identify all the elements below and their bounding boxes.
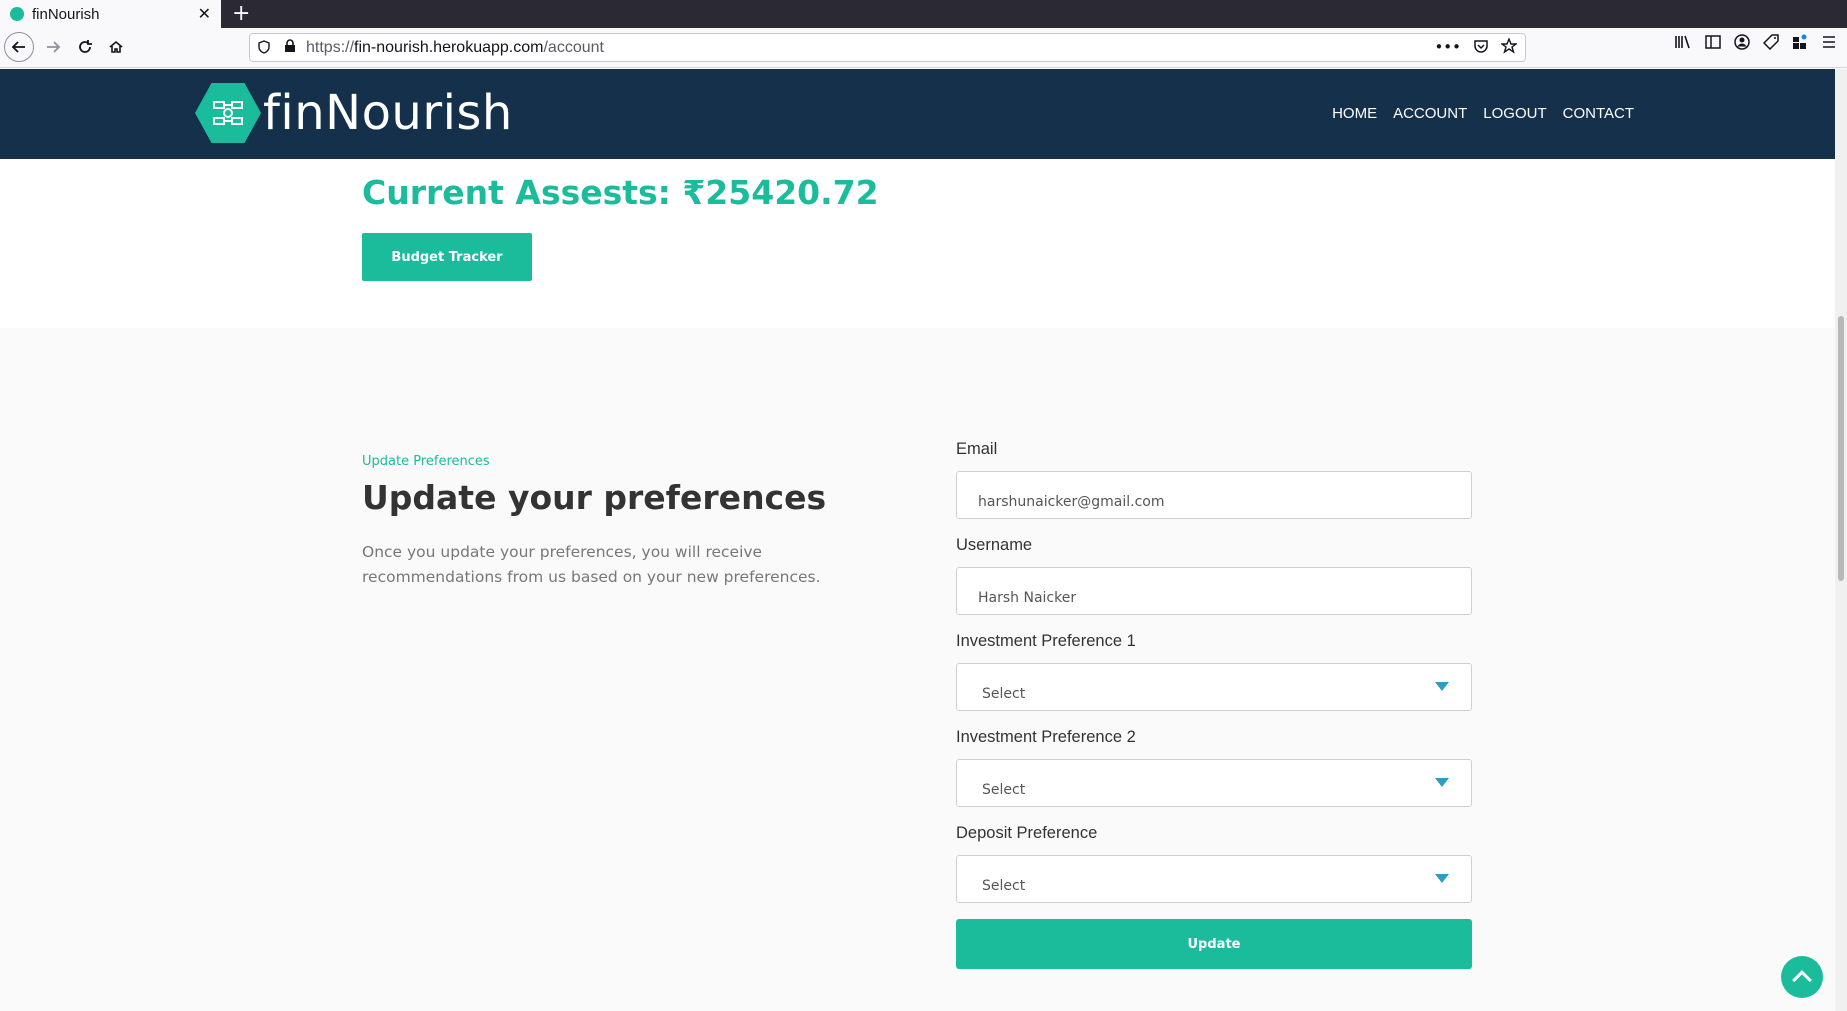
dropdown-caret-icon <box>1435 682 1449 691</box>
lock-icon[interactable] <box>284 38 296 57</box>
url-text[interactable]: https://fin-nourish.herokuapp.com/accoun… <box>306 39 604 57</box>
investment-preference-2-select[interactable]: Select <box>956 759 1472 807</box>
main-nav: HOME ACCOUNT LOGOUT CONTACT <box>1332 105 1634 122</box>
url-host: fin-nourish.herokuapp.com <box>354 38 544 56</box>
deposit-preference-value: Select <box>982 878 1026 894</box>
back-icon[interactable] <box>4 32 34 62</box>
scrollbar-thumb[interactable] <box>1838 316 1844 581</box>
budget-tracker-button[interactable]: Budget Tracker <box>362 233 532 281</box>
username-label: Username <box>956 536 1033 554</box>
assets-section: Current Assests: ₹25420.72 Budget Tracke… <box>0 159 1835 328</box>
pocket-icon[interactable] <box>1473 38 1489 58</box>
investment-preference-2-label: Investment Preference 2 <box>956 728 1136 746</box>
page-scrollbar[interactable] <box>1835 69 1847 1011</box>
current-assets-heading: Current Assests: ₹25420.72 <box>362 173 879 212</box>
shield-icon[interactable] <box>258 39 272 56</box>
extensions-icon[interactable] <box>1792 34 1808 54</box>
nav-logout[interactable]: LOGOUT <box>1483 105 1546 122</box>
investment-preference-1-label: Investment Preference 1 <box>956 632 1136 650</box>
nav-contact[interactable]: CONTACT <box>1563 105 1634 122</box>
logo-hexagon-icon <box>195 83 261 143</box>
url-bar[interactable]: https://fin-nourish.herokuapp.com/accoun… <box>249 33 1526 62</box>
library-icon[interactable] <box>1674 34 1692 54</box>
logo-text: finNourish <box>263 85 513 141</box>
tab-title: finNourish <box>32 5 100 23</box>
username-field[interactable]: Harsh Naicker <box>956 567 1472 615</box>
menu-icon[interactable] <box>1821 34 1837 54</box>
deposit-preference-label: Deposit Preference <box>956 824 1098 842</box>
reload-icon[interactable] <box>72 34 98 60</box>
star-icon[interactable] <box>1499 37 1519 58</box>
investment-preference-1-value: Select <box>982 686 1026 702</box>
update-button[interactable]: Update <box>956 919 1472 969</box>
url-bar-actions: ••• <box>1434 37 1519 58</box>
browser-tab-bar: finNourish ✕ + <box>0 0 1847 28</box>
back-to-top-button[interactable] <box>1781 956 1823 998</box>
site-header: finNourish HOME ACCOUNT LOGOUT CONTACT <box>0 69 1835 159</box>
tab-close-icon[interactable]: ✕ <box>198 4 211 23</box>
deposit-preference-select[interactable]: Select <box>956 855 1472 903</box>
nav-account[interactable]: ACCOUNT <box>1393 105 1467 122</box>
home-icon[interactable] <box>103 34 129 60</box>
browser-tools <box>1674 34 1847 54</box>
forward-icon[interactable] <box>40 34 66 60</box>
more-icon[interactable]: ••• <box>1434 38 1461 58</box>
account-icon[interactable] <box>1734 34 1750 54</box>
preferences-description: Once you update your preferences, you wi… <box>362 543 821 586</box>
browser-tab[interactable]: finNourish ✕ <box>0 0 221 28</box>
email-value: harshunaicker@gmail.com <box>978 494 1165 510</box>
investment-preference-1-select[interactable]: Select <box>956 663 1472 711</box>
tag-icon[interactable] <box>1762 34 1779 54</box>
site-favicon-icon <box>10 7 24 21</box>
username-value: Harsh Naicker <box>978 590 1077 606</box>
email-field[interactable]: harshunaicker@gmail.com <box>956 471 1472 519</box>
investment-preference-2-value: Select <box>982 782 1026 798</box>
dropdown-caret-icon <box>1435 874 1449 883</box>
site-logo[interactable]: finNourish <box>195 83 513 143</box>
section-eyebrow: Update Preferences <box>362 454 490 469</box>
url-prefix: https:// <box>306 38 355 56</box>
url-path: /account <box>543 38 604 56</box>
chevron-up-icon <box>1792 970 1812 990</box>
preferences-section: Update Preferences Update your preferenc… <box>0 328 1835 1011</box>
browser-toolbar: https://fin-nourish.herokuapp.com/accoun… <box>0 28 1847 68</box>
sidebar-icon[interactable] <box>1705 34 1721 54</box>
nav-home[interactable]: HOME <box>1332 105 1377 122</box>
email-label: Email <box>956 440 998 458</box>
preferences-heading: Update your preferences <box>362 478 827 517</box>
dropdown-caret-icon <box>1435 778 1449 787</box>
new-tab-button[interactable]: + <box>232 1 250 26</box>
